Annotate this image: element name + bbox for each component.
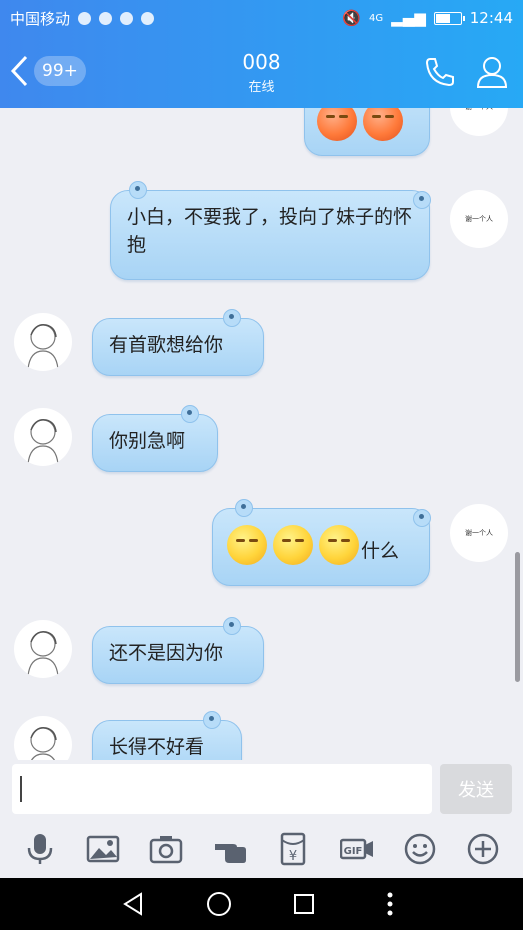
message-text: 有首歌想给你 bbox=[109, 334, 224, 356]
self-avatar[interactable]: 谢一个人 bbox=[450, 190, 508, 248]
message-text: 你别急啊 bbox=[109, 430, 186, 452]
qq-icon bbox=[120, 11, 134, 25]
message-text: 长得不好看 bbox=[109, 736, 205, 758]
sketch-avatar-icon bbox=[27, 630, 59, 677]
sketch-avatar-icon bbox=[27, 323, 59, 370]
phone-icon bbox=[425, 58, 454, 87]
poke-button[interactable] bbox=[212, 831, 248, 867]
message-bubble[interactable]: 什么 bbox=[212, 499, 431, 586]
camera-button[interactable] bbox=[148, 831, 184, 867]
network-label: 4G bbox=[369, 12, 384, 24]
kebab-menu-icon bbox=[387, 892, 393, 916]
plus-icon bbox=[468, 833, 499, 865]
emoji-icon bbox=[363, 108, 403, 141]
call-button[interactable] bbox=[422, 54, 458, 90]
chat-toolbar: ¥ GIF bbox=[0, 820, 523, 878]
clock: 12:44 bbox=[469, 9, 513, 27]
microphone-icon bbox=[27, 834, 52, 864]
notification-icon bbox=[141, 11, 155, 25]
emoji-icon bbox=[404, 833, 436, 865]
message-bubble[interactable]: 还不是因为你 bbox=[92, 617, 264, 684]
profile-button[interactable] bbox=[474, 54, 510, 90]
notification-icon bbox=[99, 11, 113, 25]
status-bar: 中国移动 🔇 4G ▂▄▆ 12:44 bbox=[0, 0, 523, 36]
contact-avatar[interactable] bbox=[14, 313, 72, 371]
notification-icon bbox=[78, 11, 92, 25]
image-button[interactable] bbox=[85, 831, 121, 867]
more-button[interactable] bbox=[465, 831, 501, 867]
svg-text:GIF: GIF bbox=[343, 846, 362, 857]
scrollbar[interactable] bbox=[515, 552, 520, 682]
triangle-back-icon bbox=[122, 892, 142, 916]
self-avatar[interactable]: 谢一个人 bbox=[450, 504, 508, 562]
contact-avatar[interactable] bbox=[14, 716, 72, 760]
chat-header: 99+ 008 在线 bbox=[0, 36, 523, 108]
circle-home-icon bbox=[206, 892, 231, 916]
emoji-icon bbox=[273, 525, 313, 565]
image-icon bbox=[86, 835, 120, 863]
message-text: 小白，不要我了，投向了妹子的怀抱 bbox=[127, 206, 413, 256]
battery-icon bbox=[433, 11, 465, 25]
emoji-icon bbox=[227, 525, 267, 565]
message-bubble[interactable]: 你别急啊 bbox=[92, 405, 218, 472]
send-button[interactable]: 发送 bbox=[440, 764, 512, 814]
sketch-avatar-icon bbox=[30, 726, 57, 760]
red-envelope-button[interactable]: ¥ bbox=[275, 831, 311, 867]
carrier-label: 中国移动 bbox=[10, 9, 71, 28]
emoji-button[interactable] bbox=[402, 831, 438, 867]
message-text: 还不是因为你 bbox=[109, 642, 224, 664]
person-icon bbox=[476, 57, 508, 88]
signal-icon: ▂▄▆ bbox=[391, 9, 426, 27]
nav-recents-button[interactable] bbox=[290, 890, 318, 918]
message-bubble[interactable]: 小白，不要我了，投向了妹子的怀抱 bbox=[110, 181, 431, 280]
sketch-avatar-icon bbox=[27, 418, 59, 465]
gif-button[interactable]: GIF bbox=[339, 831, 375, 867]
text-caret bbox=[20, 776, 22, 802]
message-bubble[interactable] bbox=[304, 108, 430, 156]
self-avatar[interactable]: 谢一个人 bbox=[450, 108, 508, 136]
system-navigation-bar bbox=[0, 878, 523, 930]
contact-avatar[interactable] bbox=[14, 408, 72, 466]
red-envelope-icon: ¥ bbox=[280, 832, 306, 866]
message-list[interactable]: 谢一个人 小白，不要我了，投向了妹子的怀抱 谢一个人 有首歌想给你 你别急啊 什… bbox=[0, 108, 523, 760]
message-input[interactable] bbox=[12, 764, 432, 814]
input-bar: 发送 bbox=[0, 760, 523, 820]
microphone-button[interactable] bbox=[22, 831, 58, 867]
message-bubble[interactable]: 有首歌想给你 bbox=[92, 309, 264, 376]
nav-menu-button[interactable] bbox=[376, 890, 404, 918]
camera-icon bbox=[150, 836, 183, 864]
message-text: 什么 bbox=[361, 540, 400, 562]
red-packet-hand-icon bbox=[214, 844, 246, 863]
gif-icon: GIF bbox=[339, 838, 373, 860]
square-recents-icon bbox=[294, 894, 315, 914]
contact-avatar[interactable] bbox=[14, 620, 72, 678]
nav-back-button[interactable] bbox=[119, 890, 147, 918]
mute-icon: 🔇 bbox=[342, 9, 362, 27]
emoji-icon bbox=[317, 108, 357, 141]
svg-text:¥: ¥ bbox=[289, 849, 297, 864]
nav-home-button[interactable] bbox=[205, 890, 233, 918]
emoji-icon bbox=[319, 525, 359, 565]
message-bubble[interactable]: 长得不好看 bbox=[92, 711, 242, 760]
